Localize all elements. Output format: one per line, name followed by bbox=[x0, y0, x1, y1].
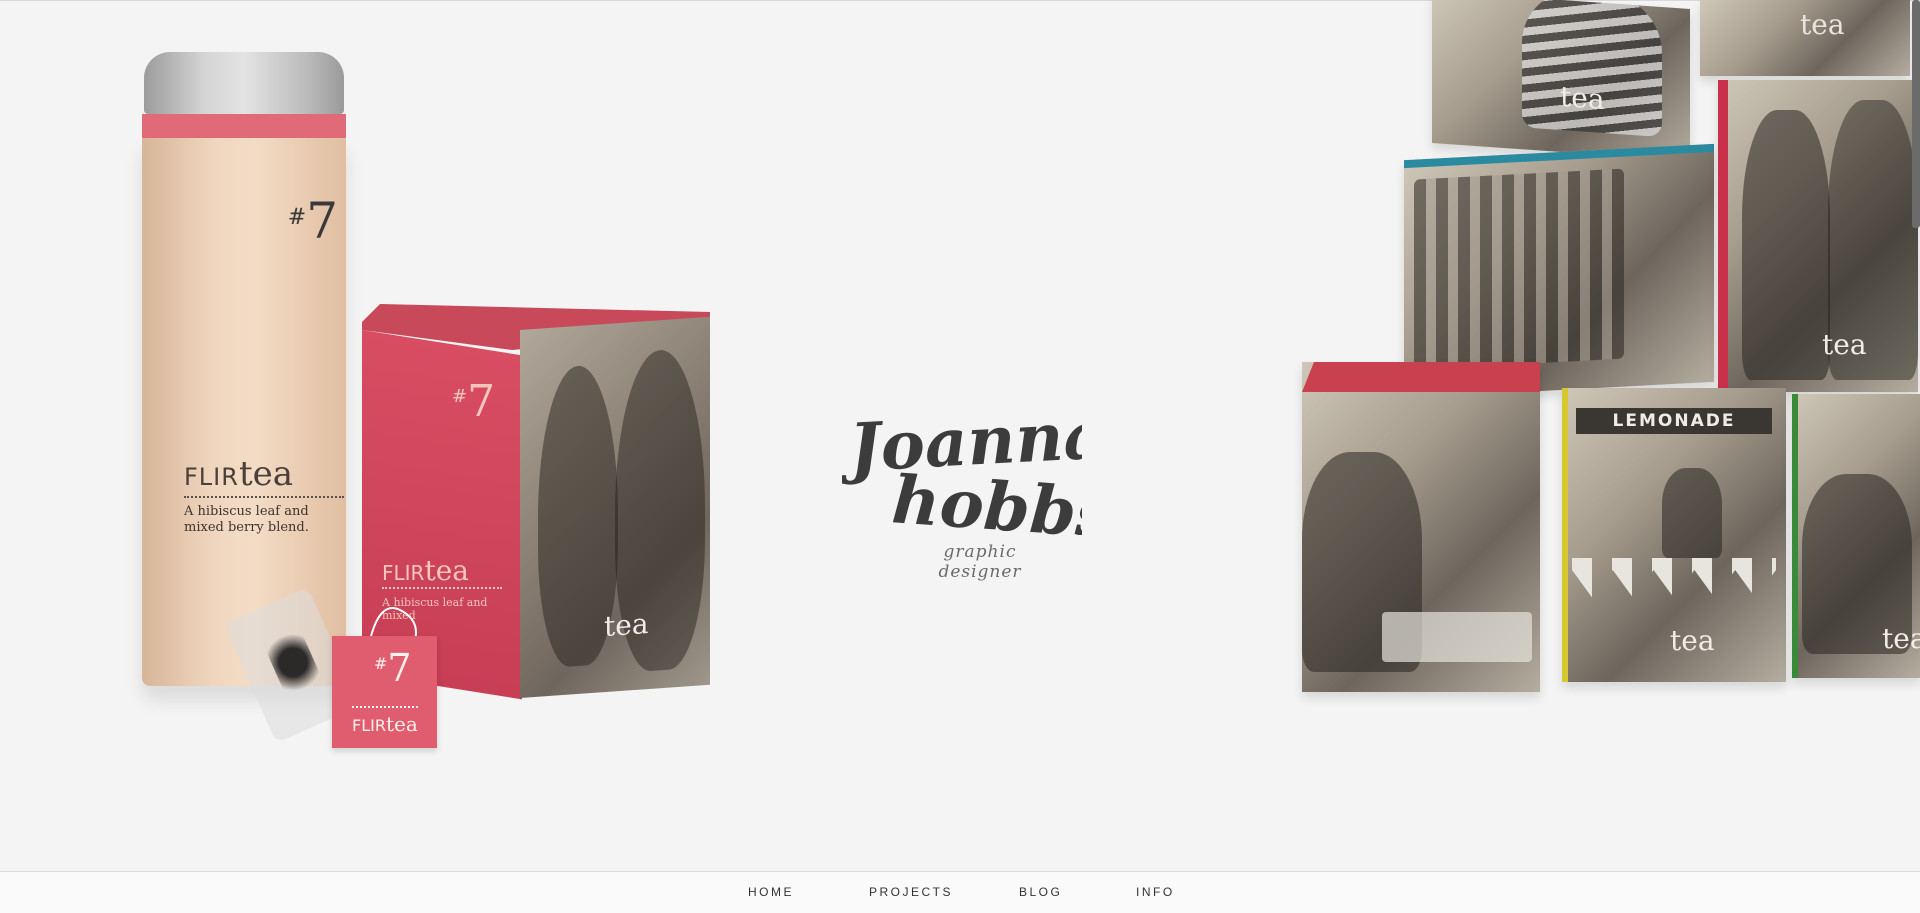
stack-box-street-scene bbox=[1404, 143, 1714, 399]
box-edge-green bbox=[1792, 394, 1798, 678]
stack-box-label: tea bbox=[1800, 8, 1845, 41]
tea-box-number-value: 7 bbox=[467, 376, 496, 427]
site-logo[interactable]: Joanna hobbs bbox=[842, 395, 1082, 535]
stack-box-top-right: tea bbox=[1700, 0, 1910, 76]
box-edge-yellow bbox=[1562, 388, 1568, 682]
nav-info[interactable]: INFO bbox=[1136, 885, 1175, 899]
stack-box-lemonade: LEMONADE tea bbox=[1562, 388, 1786, 682]
stack-box-label: tea bbox=[1560, 79, 1605, 117]
canister-number-value: 7 bbox=[306, 192, 338, 250]
stack-box-label: tea bbox=[1670, 624, 1715, 657]
tag-number: #7 bbox=[374, 646, 412, 690]
canister-number: #7 bbox=[288, 192, 338, 250]
photo-child bbox=[1662, 468, 1722, 558]
tag-brand: FLIRtea bbox=[352, 706, 418, 736]
tag-brand-prefix: FLIR bbox=[352, 716, 386, 735]
canister-brand-suffix: tea bbox=[238, 454, 293, 494]
teabag-leaves bbox=[260, 622, 326, 703]
nav-blog[interactable]: BLOG bbox=[1019, 885, 1062, 899]
canister-brand-prefix: FLIR bbox=[184, 463, 239, 491]
photo-figure-left bbox=[1742, 110, 1830, 380]
canister-hash: # bbox=[287, 205, 307, 230]
nav-projects[interactable]: PROJECTS bbox=[869, 885, 953, 899]
teabag-tag: #7 FLIRtea bbox=[332, 636, 437, 748]
logo-tagline: graphic designer bbox=[938, 542, 1022, 582]
tea-box-brand-prefix: FLIR bbox=[382, 561, 425, 585]
nav-home[interactable]: HOME bbox=[748, 885, 794, 899]
stack-box-label: tea bbox=[1822, 328, 1867, 361]
tea-canister: #7 FLIRtea A hibiscus leaf and mixed ber… bbox=[142, 52, 346, 692]
box-edge-red-top bbox=[1302, 362, 1540, 392]
canister-lid bbox=[144, 52, 344, 114]
canister-description: A hibiscus leaf and mixed berry blend. bbox=[184, 504, 309, 535]
logo-script: Joanna hobbs bbox=[842, 395, 1082, 535]
tea-box-side-label: tea bbox=[604, 607, 649, 644]
tag-number-value: 7 bbox=[387, 646, 412, 690]
hero-image: #7 FLIRtea A hibiscus leaf and mixed ber… bbox=[0, 0, 1920, 871]
stack-box-chess bbox=[1302, 362, 1540, 692]
canister-brand: FLIRtea bbox=[184, 454, 344, 498]
lemonade-sign: LEMONADE bbox=[1576, 408, 1772, 434]
stack-box-two-women: tea bbox=[1718, 80, 1918, 392]
box-edge-red bbox=[1718, 80, 1728, 392]
stand-bunting bbox=[1572, 558, 1776, 598]
canister-band bbox=[142, 114, 346, 138]
logo-line2: hobbs bbox=[890, 460, 1082, 535]
top-divider bbox=[0, 0, 1920, 1]
main-nav: HOME PROJECTS BLOG INFO bbox=[0, 871, 1920, 913]
tag-hash: # bbox=[374, 654, 388, 673]
tea-box-brand: FLIRtea bbox=[382, 554, 502, 589]
stack-box-top-left: tea bbox=[1432, 0, 1690, 162]
stack-box-workers: tea bbox=[1792, 394, 1920, 678]
stack-box-label: tea bbox=[1882, 622, 1920, 655]
photo-street bbox=[1414, 168, 1624, 370]
tea-box-photo-side: tea bbox=[520, 316, 710, 698]
tea-box-hash: # bbox=[452, 386, 468, 407]
photo-chess-board bbox=[1382, 612, 1532, 662]
photo-striped-shirt bbox=[1522, 0, 1662, 138]
tea-box-brand-suffix: tea bbox=[424, 554, 469, 587]
tea-box-number: #7 bbox=[452, 376, 495, 427]
scrollbar-thumb[interactable] bbox=[1912, 0, 1920, 228]
tag-brand-suffix: tea bbox=[385, 712, 418, 736]
